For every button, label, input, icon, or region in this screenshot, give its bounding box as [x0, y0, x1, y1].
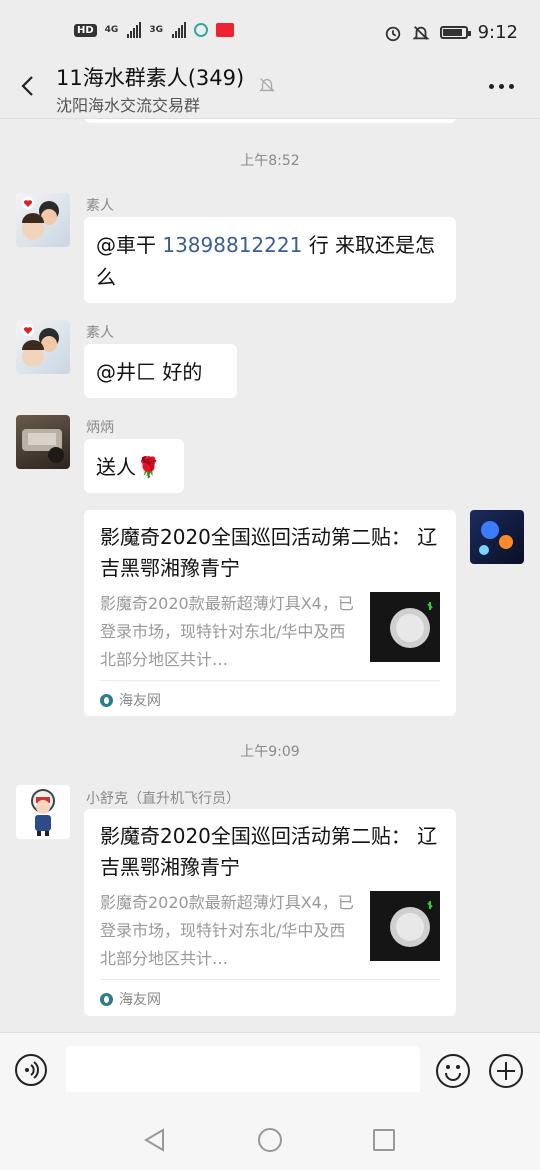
nav-back-icon[interactable]	[143, 1127, 167, 1153]
app-notification-icon	[193, 23, 208, 37]
mute-bell-icon	[412, 25, 430, 40]
source-logo-icon	[100, 992, 113, 1006]
link-card-source-name: 海友网	[119, 693, 161, 709]
divider	[100, 979, 440, 980]
more-options-icon[interactable]	[489, 84, 514, 89]
avatar[interactable]	[16, 415, 70, 469]
sender-name: 素人	[86, 325, 114, 341]
system-nav-bar	[0, 1092, 540, 1170]
signal-icon-2	[171, 22, 186, 38]
link-card[interactable]: 影魔奇2020全国巡回活动第二贴： 辽吉黑鄂湘豫青宁 影魔奇2020款最新超薄灯…	[84, 809, 456, 1016]
chat-header: 11海水群素人(349) 沈阳海水交流交易群	[0, 62, 540, 119]
network-type-2: 3G	[149, 25, 163, 35]
chat-subtitle: 沈阳海水交流交易群	[56, 96, 201, 115]
avatar[interactable]	[16, 320, 70, 374]
voice-icon	[25, 1061, 39, 1079]
message-bubble[interactable]: @井匚 好的	[84, 344, 237, 398]
previous-message-edge	[84, 119, 456, 123]
status-bar: HD 4G 3G 9:12	[0, 0, 540, 62]
clock: 9:12	[477, 22, 518, 43]
link-card-thumbnail	[370, 592, 440, 662]
smiley-icon	[445, 1065, 461, 1081]
phone-link[interactable]: 13898812221	[162, 233, 302, 257]
avatar[interactable]	[16, 193, 70, 247]
status-left: HD 4G 3G	[74, 22, 234, 38]
divider	[100, 680, 440, 681]
signal-icon	[127, 22, 142, 38]
timestamp: 上午8:52	[240, 153, 300, 169]
alarm-icon	[385, 26, 400, 41]
message-bubble[interactable]: @車干 13898812221 行 来取还是怎么	[84, 217, 456, 303]
more-functions-button[interactable]	[489, 1054, 523, 1088]
status-right: 9:12	[384, 22, 518, 43]
link-card-thumbnail	[370, 891, 440, 961]
message-text: 送人	[96, 455, 136, 479]
hd-badge: HD	[74, 23, 97, 37]
avatar[interactable]	[470, 510, 524, 564]
rose-emoji: 🌹	[136, 455, 161, 479]
nav-home-icon[interactable]	[258, 1128, 282, 1152]
voice-input-button[interactable]	[15, 1054, 47, 1086]
avatar[interactable]	[16, 785, 70, 839]
emoji-button[interactable]	[436, 1054, 470, 1088]
battery-icon	[439, 26, 471, 39]
chat-area[interactable]: 上午8:52 素人 @車干 13898812221 行 来取还是怎么 素人 @井…	[0, 119, 540, 1032]
link-card-source: 海友网	[100, 690, 161, 710]
link-card-source: 海友网	[100, 989, 161, 1009]
link-card-description: 影魔奇2020款最新超薄灯具X4，已登录市场，现特针对东北/华中及西北部分地区共…	[100, 594, 354, 669]
network-type-1: 4G	[104, 25, 119, 35]
link-card-description: 影魔奇2020款最新超薄灯具X4，已登录市场，现特针对东北/华中及西北部分地区共…	[100, 893, 354, 968]
sender-name: 炳炳	[86, 420, 114, 436]
chat-title: 11海水群素人(349)	[56, 66, 245, 90]
message-text: @井匚 好的	[96, 360, 203, 384]
source-logo-icon	[100, 693, 113, 707]
link-card-source-name: 海友网	[119, 992, 161, 1008]
back-icon[interactable]	[16, 74, 40, 98]
message-input[interactable]	[66, 1046, 420, 1098]
link-card[interactable]: 影魔奇2020全国巡回活动第二贴： 辽吉黑鄂湘豫青宁 影魔奇2020款最新超薄灯…	[84, 510, 456, 716]
nav-recent-apps-icon[interactable]	[373, 1129, 395, 1151]
message-text: @車干	[96, 233, 163, 257]
sender-name: 素人	[86, 198, 114, 214]
timestamp: 上午9:09	[240, 744, 300, 760]
message-bubble[interactable]: 送人🌹	[84, 439, 184, 493]
app-notification-icon-2	[215, 23, 234, 37]
input-bar	[0, 1032, 540, 1098]
mute-icon	[259, 78, 275, 92]
link-card-title: 影魔奇2020全国巡回活动第二贴： 辽吉黑鄂湘豫青宁	[100, 525, 438, 580]
link-card-title: 影魔奇2020全国巡回活动第二贴： 辽吉黑鄂湘豫青宁	[100, 824, 438, 879]
plus-icon	[497, 1062, 515, 1080]
sender-name: 小舒克（直升机飞行员）	[86, 791, 240, 807]
